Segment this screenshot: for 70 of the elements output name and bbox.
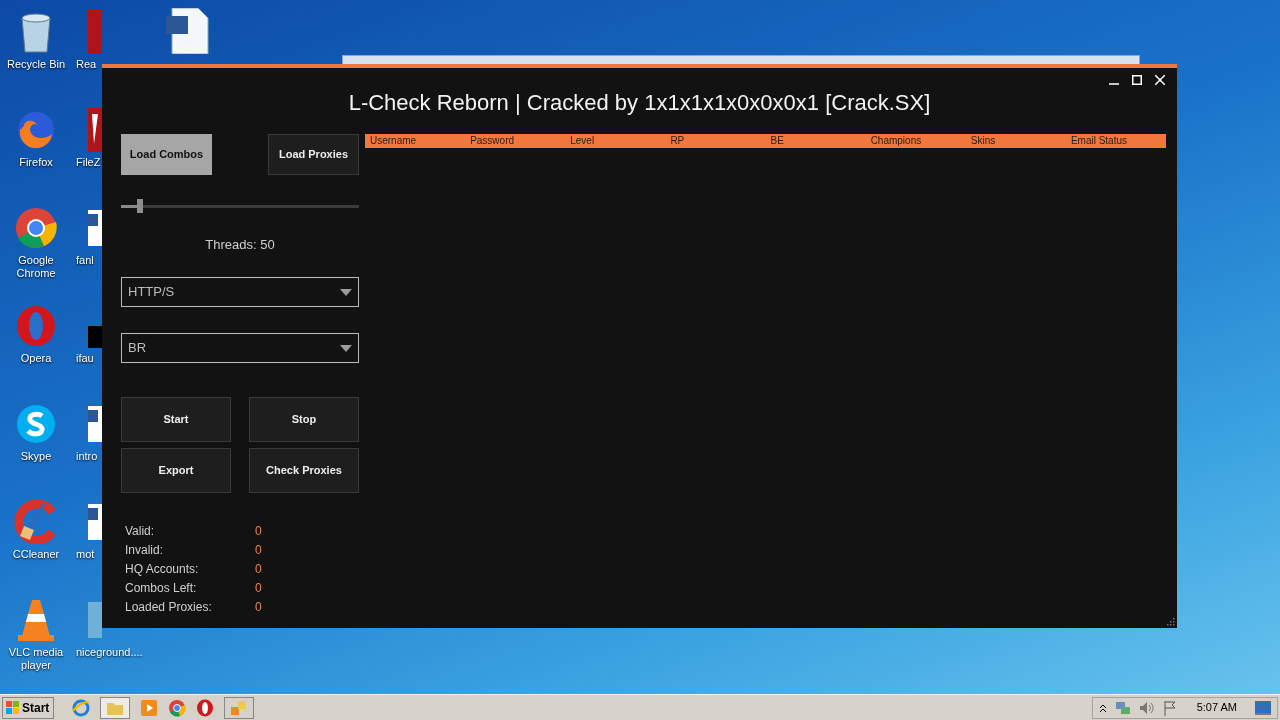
stat-label: HQ Accounts:	[125, 560, 200, 578]
load-button[interactable]: Load Combos	[121, 134, 212, 175]
taskbar-folder-button[interactable]	[100, 696, 130, 719]
flag-icon[interactable]	[1162, 699, 1177, 716]
broom-c-icon	[14, 500, 58, 544]
column-header[interactable]: Skins	[965, 135, 1066, 147]
caret-icon	[340, 288, 352, 296]
stat-value: 0	[255, 560, 262, 578]
desktop-icon-label[interactable]: ifau	[76, 352, 94, 365]
desktop-icon-label[interactable]: Rea	[76, 58, 97, 71]
action-button[interactable]: Stop	[249, 397, 359, 442]
close-icon[interactable]	[1155, 75, 1165, 85]
clock[interactable]: 5:07 AM	[1196, 699, 1237, 716]
stat-value: 0	[255, 579, 262, 597]
network-icon[interactable]	[1114, 699, 1131, 716]
desktop-icon-label[interactable]: niceground....	[76, 646, 143, 659]
desktop-icon-label[interactable]: Google Chrome	[0, 254, 72, 280]
stat-label: Valid:	[125, 522, 156, 540]
desktop-icon-label[interactable]: VLC media player	[0, 646, 72, 672]
windows-logo-icon	[6, 700, 20, 715]
folder-icon	[107, 700, 123, 715]
desktop-icon-label[interactable]: Skype	[20, 450, 52, 463]
desktop-icon-label[interactable]: mot	[76, 548, 95, 561]
stat-value: 0	[255, 541, 262, 559]
taskbar-app-button[interactable]	[224, 696, 254, 719]
column-header[interactable]: Level	[565, 135, 666, 147]
desktop-icon-label[interactable]: intro	[76, 450, 98, 463]
chat-s-icon	[14, 402, 58, 446]
column-header[interactable]: Username	[365, 135, 466, 147]
media-player-icon[interactable]	[140, 698, 158, 717]
desktop-icon-label[interactable]: fanl	[76, 254, 94, 267]
chevron-up-icon[interactable]	[1098, 702, 1107, 713]
desktop-icon-label[interactable]: FileZ	[76, 156, 101, 169]
load-button[interactable]: Load Proxies	[268, 134, 359, 175]
start-button[interactable]: Start	[2, 696, 54, 719]
slider-thumb[interactable]	[137, 199, 144, 213]
threads-label: Threads: 50	[205, 237, 275, 253]
column-header[interactable]: Password	[465, 135, 566, 147]
desktop-icon-label[interactable]: Firefox	[19, 156, 53, 169]
window-title: L-Check Reborn | Cracked by 1x1x1x1x0x0x0x1 [Crack.SX]	[348, 90, 931, 116]
chrome-icon[interactable]	[168, 698, 186, 717]
stat-label: Loaded Proxies:	[125, 598, 213, 616]
column-header[interactable]: Email Status	[1065, 135, 1166, 147]
traffic-cone-icon	[16, 598, 56, 642]
chrome-icon	[14, 206, 58, 250]
action-button[interactable]: Export	[121, 448, 231, 493]
column-header[interactable]: Champions	[865, 135, 966, 147]
column-header[interactable]: RP	[665, 135, 766, 147]
resize-grip-icon[interactable]	[1167, 618, 1175, 626]
opera-icon[interactable]	[196, 698, 214, 717]
action-button[interactable]: Check Proxies	[249, 448, 359, 493]
desktop-icon-label[interactable]: Recycle Bin	[6, 58, 66, 71]
desktop-icon-label[interactable]: CCleaner	[12, 548, 60, 561]
caret-icon	[340, 344, 352, 352]
slider-track[interactable]	[121, 199, 359, 213]
dropdown[interactable]: HTTP/S	[121, 277, 359, 307]
windows-icon	[231, 700, 247, 715]
stat-label: Combos Left:	[125, 579, 198, 597]
stat-value: 0	[255, 522, 262, 540]
maximize-icon[interactable]	[1132, 75, 1142, 85]
trash-bin-icon	[18, 12, 54, 54]
dropdown[interactable]: BR	[121, 333, 359, 363]
desktop-icon-label[interactable]: Opera	[20, 352, 52, 365]
action-button[interactable]: Start	[121, 397, 231, 442]
stat-label: Invalid:	[125, 541, 165, 559]
opera-icon	[14, 304, 58, 348]
show-desktop-icon[interactable]	[1255, 700, 1271, 715]
stat-value: 0	[255, 598, 262, 616]
column-header[interactable]: BE	[765, 135, 866, 147]
browser-e-icon[interactable]	[72, 698, 90, 717]
